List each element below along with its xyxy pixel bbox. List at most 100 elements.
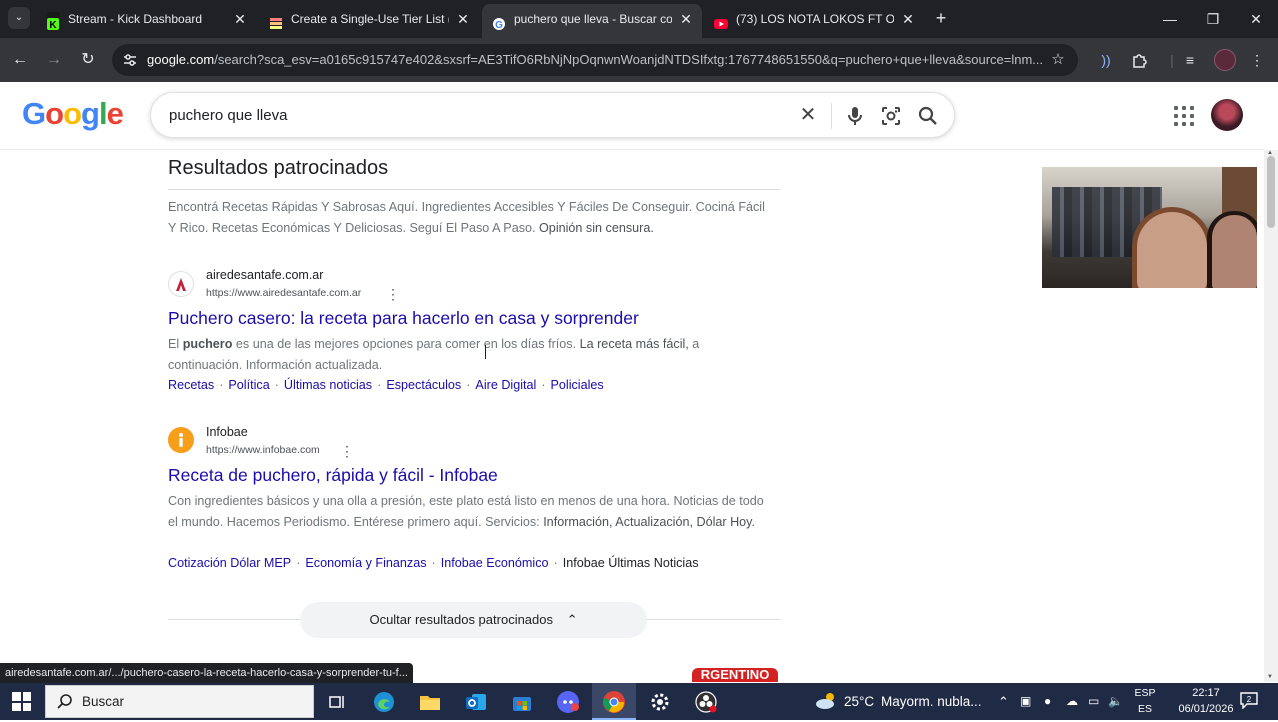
kick-icon: K bbox=[46, 12, 60, 31]
close-window-button[interactable]: ✕ bbox=[1236, 0, 1276, 38]
microphone-icon[interactable]: ● bbox=[1044, 683, 1051, 720]
tab-title: Create a Single-Use Tier List (Pr bbox=[291, 12, 449, 26]
site-info-icon[interactable] bbox=[122, 52, 138, 68]
tray-app-icon[interactable]: ▣ bbox=[1020, 683, 1031, 720]
file-explorer-icon[interactable] bbox=[417, 689, 443, 715]
site-favicon[interactable] bbox=[168, 427, 194, 453]
separator: · bbox=[274, 378, 279, 392]
result-title-link[interactable]: Receta de puchero, rápida y fácil - Info… bbox=[168, 465, 498, 486]
bookmark-star-icon[interactable]: ☆ bbox=[1048, 50, 1068, 70]
close-tab-icon[interactable]: ✕ bbox=[900, 4, 916, 34]
search-results: Resultados patrocinados Encontrá Recetas… bbox=[0, 150, 1264, 682]
clear-search-icon[interactable]: ✕ bbox=[797, 104, 819, 126]
weather-cloud-icon[interactable] bbox=[814, 691, 838, 711]
close-tab-icon[interactable]: ✕ bbox=[455, 4, 471, 34]
clock-date: 06/01/2026 bbox=[1178, 703, 1234, 715]
separator: · bbox=[553, 556, 558, 570]
sponsored-results-heading: Resultados patrocinados bbox=[168, 157, 389, 179]
result-title-link[interactable]: Puchero casero: la receta para hacerlo e… bbox=[168, 308, 639, 329]
site-name[interactable]: airedesantafe.com.ar bbox=[206, 268, 323, 282]
google-logo[interactable]: Google bbox=[22, 96, 124, 132]
hide-sponsored-label: Ocultar resultados patrocinados bbox=[369, 612, 553, 627]
read-aloud-icon[interactable]: )) bbox=[1094, 48, 1118, 72]
task-view-icon[interactable] bbox=[324, 689, 350, 715]
extensions-icon[interactable] bbox=[1128, 48, 1152, 72]
discord-icon[interactable] bbox=[555, 689, 581, 715]
microsoft-store-icon[interactable] bbox=[509, 689, 535, 715]
keyboard-code: ES bbox=[1137, 703, 1152, 715]
new-tab-button[interactable]: + bbox=[930, 6, 952, 30]
media-control-icon[interactable]: ≡ bbox=[1178, 48, 1202, 72]
site-url[interactable]: https://www.infobae.com bbox=[206, 444, 320, 456]
tab-google-search[interactable]: G puchero que lleva - Buscar con ✕ bbox=[482, 4, 702, 38]
site-url[interactable]: https://www.airedesantafe.com.ar bbox=[206, 287, 361, 299]
obs-icon[interactable] bbox=[693, 689, 719, 715]
windows-taskbar: Buscar 25°C Mayorm. nubla... ⌃ ▣ ● ☁ ▭ 🔈… bbox=[0, 683, 1278, 720]
svg-text:K: K bbox=[49, 20, 57, 31]
hide-sponsored-button[interactable]: Ocultar resultados patrocinados ⌃ bbox=[300, 602, 647, 638]
language-indicator[interactable]: ESP ES bbox=[1132, 685, 1158, 717]
search-icon[interactable] bbox=[916, 104, 940, 128]
sitelink[interactable]: Cotización Dólar MEP bbox=[168, 556, 291, 570]
chevron-up-icon[interactable]: ⌃ bbox=[998, 683, 1009, 720]
search-input[interactable] bbox=[169, 93, 769, 137]
separator: · bbox=[377, 378, 382, 392]
settings-gear-icon[interactable] bbox=[647, 689, 673, 715]
minimize-button[interactable]: — bbox=[1150, 0, 1190, 38]
microphone-icon[interactable] bbox=[843, 104, 867, 128]
tab-tier-list[interactable]: Create a Single-Use Tier List (Pr ✕ bbox=[259, 4, 479, 34]
more-options-icon[interactable]: ⋮ bbox=[340, 443, 354, 459]
profile-avatar[interactable] bbox=[1214, 49, 1236, 71]
reload-button[interactable]: ↻ bbox=[76, 48, 100, 72]
google-account-avatar[interactable] bbox=[1211, 99, 1243, 131]
notifications-icon[interactable]: 2 bbox=[1238, 691, 1260, 711]
desc-text: es una de las mejores opciones para come… bbox=[232, 337, 580, 351]
result-description: Encontrá Recetas Rápidas Y Sabrosas Aquí… bbox=[168, 197, 776, 239]
clock-time: 22:17 bbox=[1192, 687, 1220, 699]
address-url[interactable]: google.com/search?sca_esv=a0165c915747e4… bbox=[147, 44, 1047, 76]
system-clock[interactable]: 22:17 06/01/2026 bbox=[1176, 685, 1236, 717]
desc-bold: puchero bbox=[182, 337, 233, 351]
volume-icon[interactable]: 🔈 bbox=[1108, 683, 1123, 720]
scroll-down-icon[interactable]: ▼ bbox=[1267, 674, 1273, 680]
sitelink[interactable]: Espectáculos bbox=[386, 378, 461, 392]
sitelink[interactable]: Economía y Finanzas bbox=[305, 556, 426, 570]
weather-description[interactable]: Mayorm. nubla... bbox=[881, 683, 982, 720]
network-icon[interactable]: ▭ bbox=[1088, 683, 1099, 720]
edge-icon[interactable] bbox=[371, 689, 397, 715]
tab-youtube[interactable]: (73) LOS NOTA LOKOS FT OWIN ✕ bbox=[704, 4, 924, 34]
search-box[interactable]: ✕ bbox=[150, 92, 955, 138]
taskbar-search[interactable]: Buscar bbox=[45, 685, 314, 718]
browser-menu-icon[interactable]: ⋮ bbox=[1245, 48, 1269, 72]
sitelink[interactable]: Infobae Económico bbox=[441, 556, 549, 570]
sitelink[interactable]: Política bbox=[228, 378, 269, 392]
sitelink[interactable]: Aire Digital bbox=[475, 378, 536, 392]
close-tab-icon[interactable]: ✕ bbox=[232, 4, 248, 34]
site-favicon[interactable] bbox=[168, 271, 194, 297]
sitelink[interactable]: Últimas noticias bbox=[284, 378, 372, 392]
close-tab-icon[interactable]: ✕ bbox=[678, 4, 694, 34]
desc-text-dark: Opinión sin censura. bbox=[539, 221, 654, 235]
separator: · bbox=[296, 556, 301, 570]
more-options-icon[interactable]: ⋮ bbox=[386, 286, 400, 302]
back-button[interactable]: ← bbox=[8, 48, 32, 72]
overlay-banner: RGENTINO bbox=[692, 668, 778, 682]
sitelink[interactable]: Infobae Últimas Noticias bbox=[563, 556, 699, 570]
onedrive-cloud-icon[interactable]: ☁ bbox=[1066, 683, 1078, 720]
tab-kick-dashboard[interactable]: K Stream - Kick Dashboard ✕ bbox=[36, 4, 256, 34]
windows-start-icon[interactable] bbox=[12, 692, 31, 711]
scrollbar[interactable]: ▲ ▼ bbox=[1264, 150, 1278, 682]
google-apps-icon[interactable] bbox=[1172, 104, 1196, 128]
scrollbar-thumb[interactable] bbox=[1267, 156, 1275, 228]
weather-temperature[interactable]: 25°C bbox=[844, 683, 874, 720]
outlook-icon[interactable] bbox=[463, 689, 489, 715]
sitelink[interactable]: Recetas bbox=[168, 378, 214, 392]
chrome-icon[interactable] bbox=[601, 689, 627, 715]
sitelink[interactable]: Policiales bbox=[551, 378, 604, 392]
tab-search-dropdown[interactable]: ⌄ bbox=[8, 7, 30, 29]
address-bar[interactable]: google.com/search?sca_esv=a0165c915747e4… bbox=[112, 44, 1078, 76]
camera-lens-icon[interactable] bbox=[879, 104, 903, 128]
restore-button[interactable]: ❐ bbox=[1193, 0, 1233, 38]
site-name[interactable]: Infobae bbox=[206, 425, 248, 439]
forward-button[interactable]: → bbox=[42, 48, 66, 72]
